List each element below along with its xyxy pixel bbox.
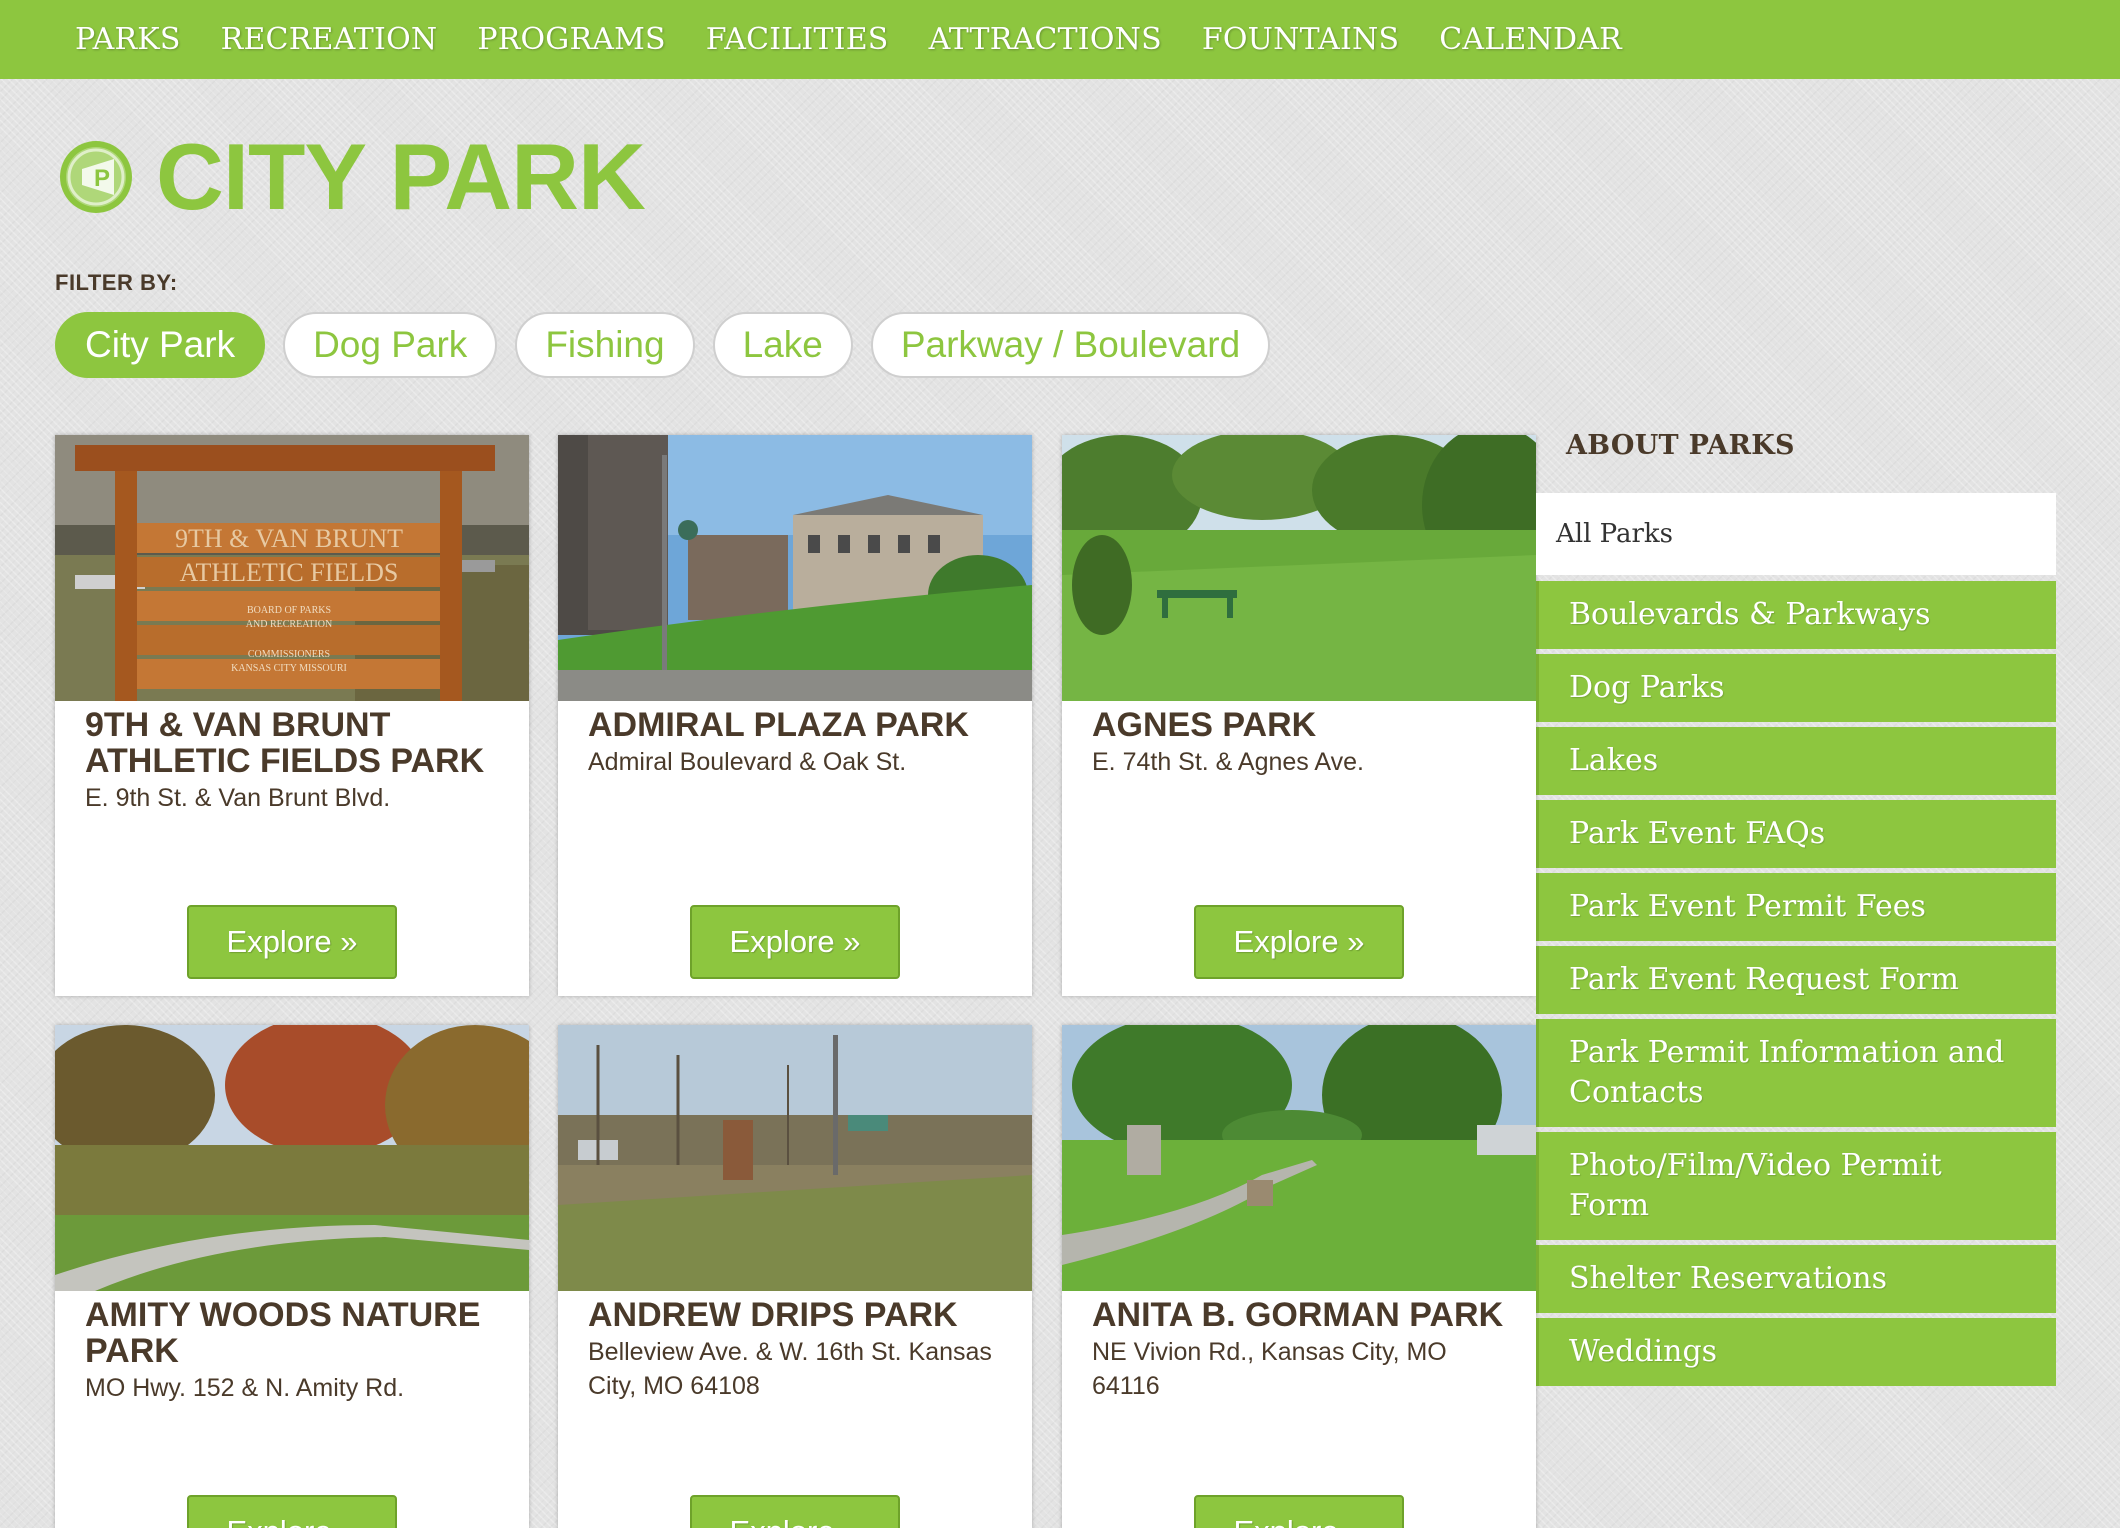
- park-name[interactable]: ADMIRAL PLAZA PARK: [588, 707, 1002, 743]
- sidebar-item-boulevards-parkways[interactable]: Boulevards & Parkways: [1536, 581, 2056, 649]
- nav-programs[interactable]: PROGRAMS: [477, 22, 665, 57]
- sign-text: 9TH & VAN BRUNT: [175, 524, 403, 553]
- parks-logo-icon: P: [60, 141, 132, 213]
- park-photo[interactable]: [1062, 435, 1536, 701]
- park-card: AGNES PARK E. 74th St. & Agnes Ave. Expl…: [1062, 435, 1536, 996]
- park-card: ANDREW DRIPS PARK Belleview Ave. & W. 16…: [558, 1025, 1032, 1528]
- park-card: 9TH & VAN BRUNT ATHLETIC FIELDS BOARD OF…: [55, 435, 529, 996]
- page-title: CITY PARK: [156, 124, 646, 229]
- nav-attractions[interactable]: ATTRACTIONS: [929, 22, 1162, 57]
- filter-pills: City Park Dog Park Fishing Lake Parkway …: [55, 312, 1288, 378]
- park-photo[interactable]: [1062, 1025, 1536, 1291]
- sidebar-item-photo-film-video-permit[interactable]: Photo/Film/Video Permit Form: [1536, 1132, 2056, 1240]
- nav-calendar[interactable]: CALENDAR: [1439, 22, 1622, 57]
- sidebar-item-park-event-faqs[interactable]: Park Event FAQs: [1536, 800, 2056, 868]
- sidebar-item-park-permit-info[interactable]: Park Permit Information and Contacts: [1536, 1019, 2056, 1127]
- park-address: E. 9th St. & Van Brunt Blvd.: [85, 784, 391, 812]
- page-header: P CITY PARK: [60, 124, 646, 229]
- sign-text: AND RECREATION: [246, 619, 332, 630]
- park-card: AMITY WOODS NATURE PARK MO Hwy. 152 & N.…: [55, 1025, 529, 1528]
- filter-fishing[interactable]: Fishing: [515, 312, 695, 378]
- sidebar: ABOUT PARKS All Parks Boulevards & Parkw…: [1536, 430, 2056, 1391]
- sidebar-heading: ABOUT PARKS: [1566, 430, 1795, 461]
- nav-recreation[interactable]: RECREATION: [221, 22, 438, 57]
- park-photo[interactable]: [558, 435, 1032, 701]
- nav-parks[interactable]: PARKS: [75, 22, 181, 57]
- park-name[interactable]: AMITY WOODS NATURE PARK: [85, 1297, 499, 1369]
- park-address: NE Vivion Rd., Kansas City, MO 64116: [1092, 1338, 1447, 1400]
- sidebar-item-park-event-permit-fees[interactable]: Park Event Permit Fees: [1536, 873, 2056, 941]
- park-card: ANITA B. GORMAN PARK NE Vivion Rd., Kans…: [1062, 1025, 1536, 1528]
- filter-dog-park[interactable]: Dog Park: [283, 312, 498, 378]
- explore-button[interactable]: Explore »: [1194, 1495, 1404, 1528]
- park-name[interactable]: AGNES PARK: [1092, 707, 1506, 743]
- nav-facilities[interactable]: FACILITIES: [706, 22, 889, 57]
- sidebar-item-shelter-reservations[interactable]: Shelter Reservations: [1536, 1245, 2056, 1313]
- park-address: E. 74th St. & Agnes Ave.: [1092, 748, 1364, 776]
- filter-lake[interactable]: Lake: [712, 312, 853, 378]
- sign-text: KANSAS CITY MISSOURI: [231, 663, 347, 674]
- explore-button[interactable]: Explore »: [187, 1495, 397, 1528]
- sidebar-item-weddings[interactable]: Weddings: [1536, 1318, 2056, 1386]
- sidebar-item-dog-parks[interactable]: Dog Parks: [1536, 654, 2056, 722]
- explore-button[interactable]: Explore »: [690, 905, 900, 979]
- main-nav: PARKS RECREATION PROGRAMS FACILITIES ATT…: [0, 0, 2120, 79]
- park-name[interactable]: 9TH & VAN BRUNT ATHLETIC FIELDS PARK: [85, 707, 499, 779]
- park-card: ADMIRAL PLAZA PARK Admiral Boulevard & O…: [558, 435, 1032, 996]
- park-address: MO Hwy. 152 & N. Amity Rd.: [85, 1374, 405, 1402]
- park-photo[interactable]: [558, 1025, 1032, 1291]
- sidebar-item-lakes[interactable]: Lakes: [1536, 727, 2056, 795]
- sign-text: BOARD OF PARKS: [247, 605, 331, 616]
- sign-text: ATHLETIC FIELDS: [180, 558, 399, 587]
- park-address: Belleview Ave. & W. 16th St. Kansas City…: [588, 1338, 992, 1400]
- explore-button[interactable]: Explore »: [1194, 905, 1404, 979]
- filter-label: FILTER BY:: [55, 270, 178, 295]
- park-photo[interactable]: [55, 1025, 529, 1291]
- filter-parkway-boulevard[interactable]: Parkway / Boulevard: [870, 312, 1271, 378]
- explore-button[interactable]: Explore »: [187, 905, 397, 979]
- park-photo[interactable]: 9TH & VAN BRUNT ATHLETIC FIELDS BOARD OF…: [55, 435, 529, 701]
- park-name[interactable]: ANDREW DRIPS PARK: [588, 1297, 1002, 1333]
- park-name[interactable]: ANITA B. GORMAN PARK: [1092, 1297, 1506, 1333]
- svg-text:P: P: [94, 165, 110, 192]
- sidebar-item-all-parks[interactable]: All Parks: [1536, 493, 2056, 575]
- sidebar-item-park-event-request-form[interactable]: Park Event Request Form: [1536, 946, 2056, 1014]
- filter-city-park[interactable]: City Park: [55, 312, 266, 378]
- sign-text: COMMISSIONERS: [248, 649, 330, 660]
- nav-fountains[interactable]: FOUNTAINS: [1202, 22, 1399, 57]
- explore-button[interactable]: Explore »: [690, 1495, 900, 1528]
- park-address: Admiral Boulevard & Oak St.: [588, 748, 907, 776]
